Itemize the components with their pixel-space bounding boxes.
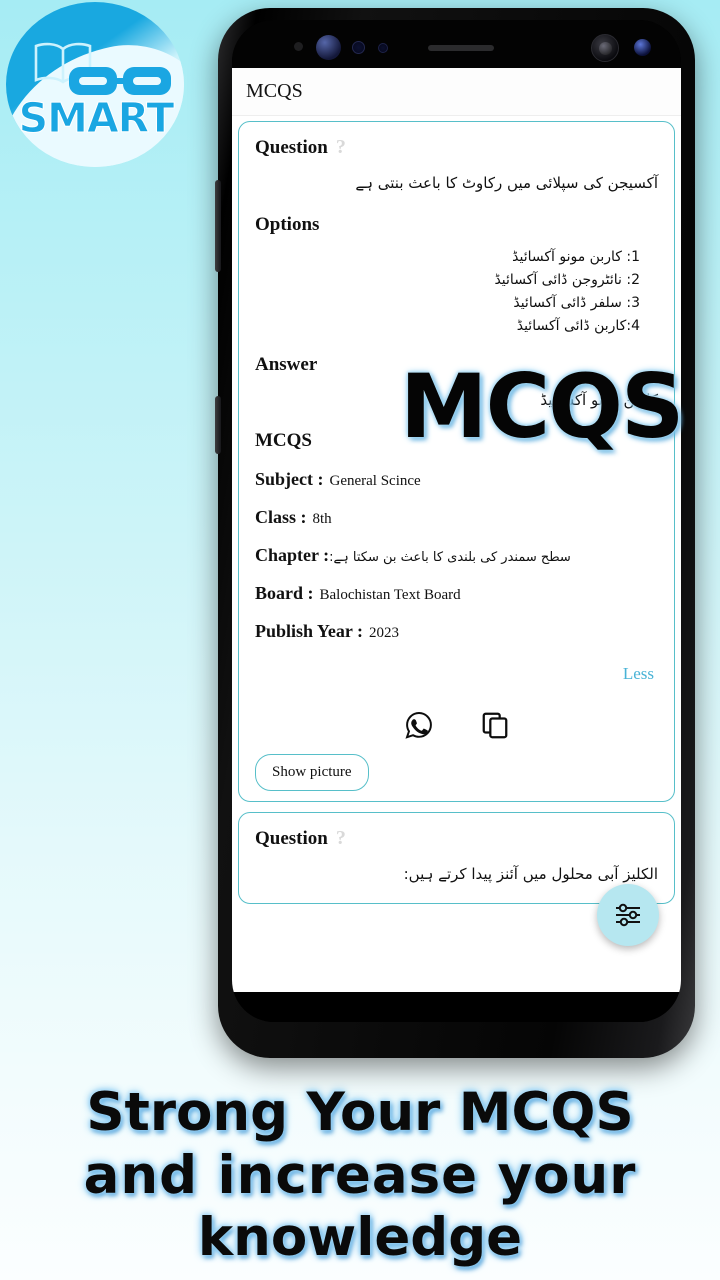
meta-subject-label: Subject : [255, 469, 324, 490]
whatsapp-icon[interactable] [404, 710, 434, 740]
meta-class: Class : 8th [255, 507, 658, 528]
card-actions [255, 710, 658, 740]
option-item[interactable]: 4:کاربن ڈائی آکسائیڈ [255, 315, 640, 338]
answer-label: Answer [255, 353, 318, 375]
phone-bottom-bezel [232, 992, 681, 1022]
meta-board: Board : Balochistan Text Board [255, 583, 658, 604]
logo-glasses-icon [69, 67, 171, 95]
question-header: Question? [255, 136, 658, 159]
proximity-sensor-icon [294, 42, 303, 51]
less-toggle-link[interactable]: Less [255, 664, 658, 684]
power-button[interactable] [215, 396, 221, 454]
meta-publish-year-value: 2023 [369, 625, 400, 642]
logo-wordmark: SMART [18, 94, 175, 143]
filter-fab-button[interactable] [597, 884, 659, 946]
tagline-line-3: knowledge [197, 1207, 523, 1269]
tagline-line-2: and increase your [83, 1144, 637, 1206]
meta-chapter-label: Chapter : [255, 545, 330, 566]
question-label: Question [255, 828, 328, 850]
option-item[interactable]: 1: کاربن مونو آکسائیڈ [255, 246, 640, 269]
option-item[interactable]: 3: سلفر ڈائی آکسائیڈ [255, 292, 640, 315]
mcqs-watermark: MCQS [400, 355, 684, 458]
meta-board-label: Board : [255, 583, 314, 604]
meta-publish-year: Publish Year : 2023 [255, 621, 658, 642]
question-mark-icon: ? [335, 827, 346, 850]
meta-board-value: Balochistan Text Board [319, 587, 461, 604]
option-item[interactable]: 2: نائٹروجن ڈائی آکسائیڈ [255, 269, 640, 292]
meta-subject-value: General Scince [329, 473, 421, 490]
mcqs-section-label: MCQS [255, 430, 312, 452]
question-label: Question [255, 137, 328, 158]
show-picture-button[interactable]: Show picture [255, 754, 369, 792]
meta-subject: Subject : General Scince [255, 469, 658, 490]
phone-mockup: MCQS Question? آکسیجن کی سپلائی میں رکاو… [215, 8, 695, 1058]
phone-screen-frame: MCQS Question? آکسیجن کی سپلائی میں رکاو… [232, 20, 681, 1022]
meta-publish-year-label: Publish Year : [255, 621, 364, 642]
meta-class-label: Class : [255, 507, 307, 528]
question-card[interactable]: Question? آکسیجن کی سپلائی میں رکاوٹ کا … [238, 121, 675, 803]
question-list-scroll[interactable]: Question? آکسیجن کی سپلائی میں رکاوٹ کا … [232, 116, 681, 992]
front-camera-icon [316, 35, 341, 60]
app-logo-badge: SMART [6, 2, 184, 167]
copy-icon[interactable] [480, 710, 510, 740]
meta-class-value: 8th [312, 511, 332, 528]
options-label: Options [255, 213, 320, 235]
filter-sliders-icon [616, 903, 640, 927]
app-title: MCQS [246, 80, 303, 102]
secondary-camera-icon [591, 34, 619, 62]
meta-chapter: Chapter :سطح سمندر کی بلندی کا باعث بن س… [255, 545, 658, 566]
question-header: Question? [255, 827, 658, 850]
app-bar: MCQS [232, 68, 681, 116]
options-list: 1: کاربن مونو آکسائیڈ 2: نائٹروجن ڈائی آ… [255, 246, 658, 338]
app-screen: MCQS Question? آکسیجن کی سپلائی میں رکاو… [232, 68, 681, 992]
promo-tagline: Strong Your MCQS and increase your knowl… [0, 1082, 720, 1270]
light-sensor-icon [378, 43, 388, 53]
iris-sensor-icon [352, 41, 365, 54]
tagline-line-1: Strong Your MCQS [86, 1082, 634, 1143]
meta-chapter-value: سطح سمندر کی بلندی کا باعث بن سکتا ہے: [329, 550, 571, 566]
question-text: الکلیز آبی محلول میں آئنز پیدا کرتے ہیں: [403, 865, 658, 884]
notification-led-icon [634, 39, 651, 56]
question-text: آکسیجن کی سپلائی میں رکاوٹ کا باعث بنتی … [355, 174, 658, 192]
earpiece-speaker-icon [428, 45, 494, 51]
volume-button[interactable] [215, 180, 221, 272]
phone-top-bezel [232, 20, 681, 68]
question-mark-icon: ? [335, 136, 346, 158]
